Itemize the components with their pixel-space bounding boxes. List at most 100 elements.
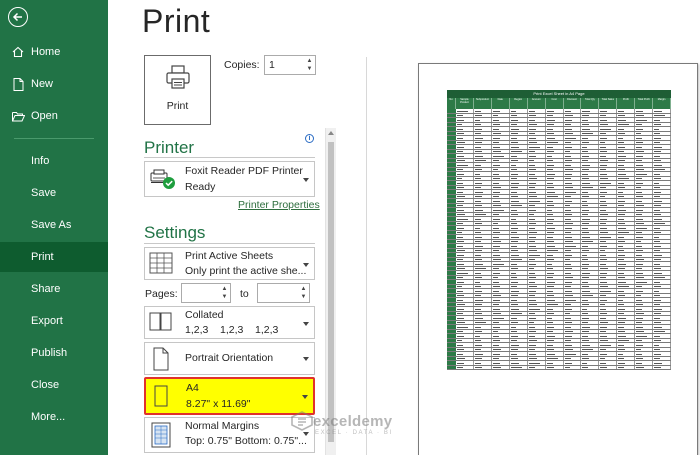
spin-up-icon[interactable]: ▲ bbox=[306, 57, 313, 65]
chevron-down-icon bbox=[303, 432, 309, 436]
copies-label: Copies: bbox=[224, 59, 260, 71]
spin-up-icon[interactable]: ▲ bbox=[300, 285, 307, 293]
portrait-page-icon bbox=[149, 347, 171, 376]
preview-header-cell: Total Sales bbox=[599, 98, 618, 109]
spin-down-icon[interactable]: ▼ bbox=[300, 293, 307, 301]
preview-sheet-title: Print Excel Sheet in A4 Page bbox=[447, 90, 671, 98]
chevron-down-icon bbox=[303, 263, 309, 267]
settings-heading: Settings bbox=[144, 223, 206, 242]
page-title: Print bbox=[142, 3, 211, 39]
printer-name: Foxit Reader PDF Printer bbox=[185, 165, 303, 177]
preview-separator bbox=[366, 57, 367, 455]
sidebar-item-share[interactable]: Share bbox=[0, 274, 108, 304]
sidebar-item-publish[interactable]: Publish bbox=[0, 338, 108, 368]
print-button[interactable]: Print bbox=[144, 55, 211, 125]
preview-header-cell: No bbox=[447, 98, 456, 109]
spin-down-icon[interactable]: ▼ bbox=[306, 65, 313, 73]
margins-desc: Top: 0.75" Bottom: 0.75"... bbox=[185, 435, 307, 447]
sidebar-item-home[interactable]: Home bbox=[0, 37, 108, 67]
settings-scrollbar[interactable] bbox=[325, 128, 336, 455]
sidebar-item-label: Share bbox=[31, 283, 61, 295]
sidebar-item-more[interactable]: More... bbox=[0, 402, 108, 432]
preview-header-cell: Region bbox=[510, 98, 528, 109]
chevron-down-icon bbox=[302, 395, 308, 399]
sidebar-item-close[interactable]: Close bbox=[0, 370, 108, 400]
print-sheets-desc: Only print the active she... bbox=[185, 265, 307, 277]
backstage-sidebar: Home New Open Info Save Save As Print Sh… bbox=[0, 0, 108, 455]
preview-header-cell: Date bbox=[492, 98, 510, 109]
preview-header-row: No Sample Product Subproduct Date Region Amou… bbox=[447, 98, 672, 109]
sidebar-item-label: Close bbox=[31, 379, 60, 391]
watermark-tagline: EXCEL · DATA · BI bbox=[315, 430, 393, 436]
pages-from-input[interactable]: ▲ ▼ bbox=[181, 283, 231, 303]
preview-header-cell: Sample Product bbox=[456, 98, 474, 109]
sidebar-item-info[interactable]: Info bbox=[0, 146, 108, 176]
sidebar-item-label: Save bbox=[31, 187, 57, 199]
new-file-icon bbox=[11, 77, 25, 91]
sidebar-item-label: Info bbox=[31, 155, 50, 167]
preview-header-cell: Discount bbox=[564, 98, 582, 109]
copies-value: 1 bbox=[269, 59, 275, 71]
home-icon bbox=[11, 46, 25, 58]
printer-properties-link[interactable]: Printer Properties bbox=[238, 199, 320, 211]
sidebar-item-label: Export bbox=[31, 315, 63, 327]
sidebar-item-new[interactable]: New bbox=[0, 69, 108, 99]
sidebar-item-label: Save As bbox=[31, 219, 72, 231]
paper-size-title: A4 bbox=[186, 382, 199, 394]
margins-icon bbox=[149, 422, 173, 453]
collation-title: Collated bbox=[185, 309, 224, 321]
orientation-title: Portrait Orientation bbox=[185, 352, 274, 364]
pages-to-label: to bbox=[240, 288, 249, 300]
sidebar-item-label: Print bbox=[31, 251, 54, 263]
collation-dropdown[interactable]: Collated 1,2,3 1,2,3 1,2,3 bbox=[144, 306, 315, 339]
chevron-down-icon bbox=[303, 357, 309, 361]
paper-size-dropdown[interactable]: A4 8.27" x 11.69" bbox=[144, 377, 315, 415]
spin-down-icon[interactable]: ▼ bbox=[221, 293, 228, 301]
spin-up-icon[interactable]: ▲ bbox=[221, 285, 228, 293]
sidebar-item-save-as[interactable]: Save As bbox=[0, 210, 108, 240]
sidebar-item-label: Home bbox=[31, 46, 61, 58]
preview-header-cell: Margin bbox=[653, 98, 672, 109]
print-sheets-dropdown[interactable]: Print Active Sheets Only print the activ… bbox=[144, 247, 315, 280]
back-arrow-icon[interactable] bbox=[8, 7, 28, 27]
exceldemy-watermark: exceldemy EXCEL · DATA · BI bbox=[291, 411, 393, 436]
orientation-dropdown[interactable]: Portrait Orientation bbox=[144, 342, 315, 375]
copies-input[interactable]: 1 ▲ ▼ bbox=[264, 55, 316, 75]
sidebar-item-label: Publish bbox=[31, 347, 68, 359]
preview-header-cell: Amount bbox=[528, 98, 546, 109]
printer-status: Ready bbox=[185, 181, 216, 193]
paper-size-desc: 8.27" x 11.69" bbox=[186, 398, 251, 410]
info-icon[interactable]: i bbox=[305, 134, 314, 143]
pages-to-input[interactable]: ▲ ▼ bbox=[257, 283, 310, 303]
scrollbar-thumb[interactable] bbox=[328, 142, 334, 442]
preview-header-cell: Total Qty bbox=[581, 98, 600, 109]
preview-header-cell: Profit bbox=[617, 98, 636, 109]
collation-desc: 1,2,3 1,2,3 1,2,3 bbox=[185, 324, 279, 336]
margins-dropdown[interactable]: Normal Margins Top: 0.75" Bottom: 0.75".… bbox=[144, 417, 315, 453]
printer-heading: Printer bbox=[144, 138, 195, 157]
sidebar-item-export[interactable]: Export bbox=[0, 306, 108, 336]
chevron-down-icon bbox=[303, 322, 309, 326]
chevron-down-icon bbox=[303, 178, 309, 182]
paper-size-icon bbox=[150, 384, 172, 415]
print-sheets-title: Print Active Sheets bbox=[185, 250, 274, 262]
sidebar-item-open[interactable]: Open bbox=[0, 101, 108, 131]
section-divider bbox=[144, 157, 315, 158]
printer-ready-icon bbox=[149, 169, 177, 196]
section-divider bbox=[144, 243, 315, 244]
sidebar-item-save[interactable]: Save bbox=[0, 178, 108, 208]
print-preview-page: Print Excel Sheet in A4 Page No Sample Pr… bbox=[418, 63, 698, 455]
watermark-name: exceldemy bbox=[313, 412, 393, 430]
print-button-label: Print bbox=[166, 100, 189, 112]
preview-table-body bbox=[447, 109, 672, 370]
sidebar-item-print[interactable]: Print bbox=[0, 242, 108, 272]
preview-sheet: Print Excel Sheet in A4 Page No Sample Pr… bbox=[447, 90, 672, 370]
printer-dropdown[interactable]: Foxit Reader PDF Printer Ready bbox=[144, 161, 315, 197]
preview-table-row bbox=[447, 365, 672, 370]
sidebar-item-label: More... bbox=[31, 411, 66, 423]
sidebar-item-label: Open bbox=[31, 110, 58, 122]
pages-label: Pages: bbox=[145, 288, 178, 300]
preview-header-cell: Cost bbox=[546, 98, 564, 109]
scroll-up-icon[interactable] bbox=[328, 131, 334, 135]
preview-header-cell: Subproduct bbox=[474, 98, 492, 109]
